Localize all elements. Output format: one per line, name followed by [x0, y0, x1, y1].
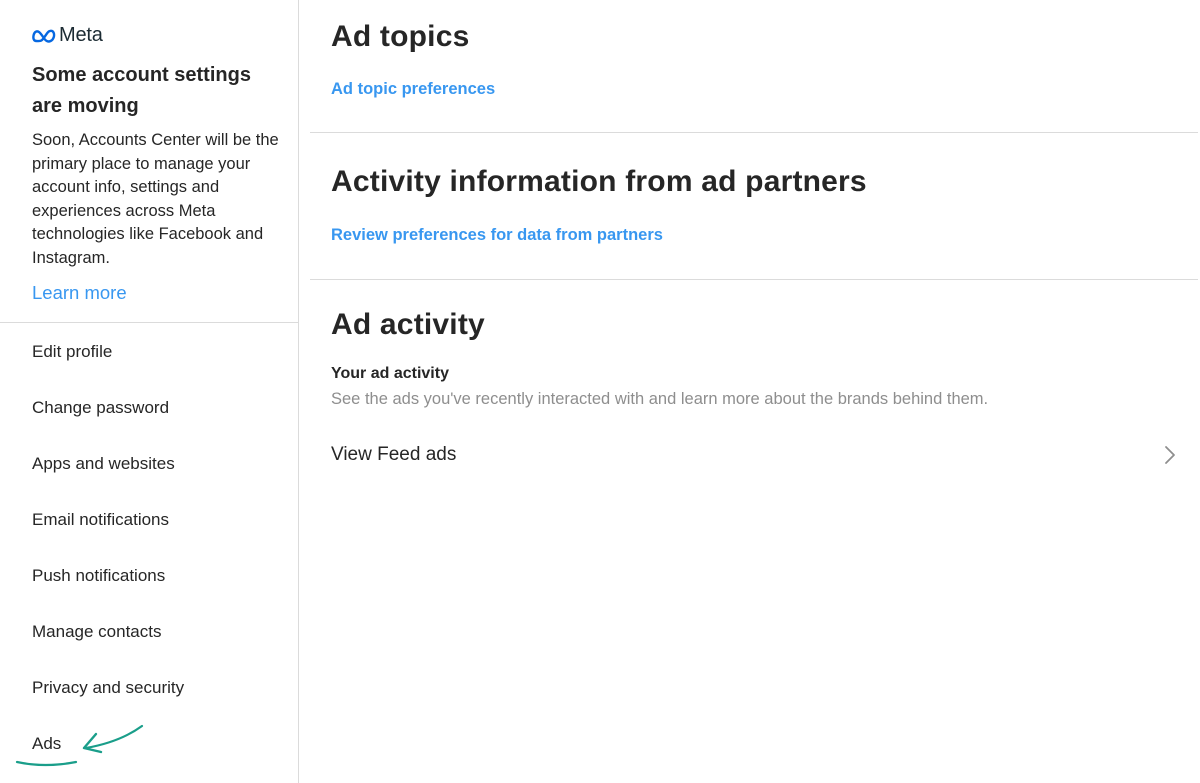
section-divider — [310, 132, 1198, 133]
review-partner-preferences-link[interactable]: Review preferences for data from partner… — [331, 226, 663, 245]
ad-activity-description: See the ads you've recently interacted w… — [331, 390, 989, 408]
meta-wordmark: Meta — [59, 24, 103, 46]
sidebar-item-manage-contacts[interactable]: Manage contacts — [32, 622, 161, 642]
sidebar-item-email-notifications[interactable]: Email notifications — [32, 510, 169, 530]
chevron-right-icon — [1165, 446, 1175, 464]
meta-logo: Meta — [32, 24, 103, 47]
main-content: Ad topics Ad topic preferences Activity … — [300, 0, 1200, 783]
sidebar-item-edit-profile[interactable]: Edit profile — [32, 342, 112, 362]
sidebar-item-apps-and-websites[interactable]: Apps and websites — [32, 454, 175, 474]
sidebar: Meta Some account settings are moving So… — [0, 0, 299, 783]
ad-activity-subtitle: Your ad activity — [331, 365, 449, 382]
notice-title: Some account settings are moving — [32, 64, 251, 117]
view-feed-ads-label: View Feed ads — [331, 444, 457, 465]
sidebar-divider — [0, 322, 298, 323]
ad-topic-preferences-link[interactable]: Ad topic preferences — [331, 80, 495, 99]
meta-infinity-icon — [32, 29, 56, 43]
section-title-ad-partners: Activity information from ad partners — [331, 165, 867, 198]
sidebar-item-push-notifications[interactable]: Push notifications — [32, 566, 165, 586]
sidebar-item-privacy-and-security[interactable]: Privacy and security — [32, 678, 184, 698]
sidebar-item-ads[interactable]: Ads — [32, 734, 61, 754]
learn-more-link[interactable]: Learn more — [32, 282, 127, 304]
section-divider — [310, 279, 1198, 280]
sidebar-item-change-password[interactable]: Change password — [32, 398, 169, 418]
section-title-ad-topics: Ad topics — [331, 20, 470, 53]
section-title-ad-activity: Ad activity — [331, 308, 485, 341]
notice-body: Soon, Accounts Center will be the primar… — [32, 131, 279, 267]
view-feed-ads-row[interactable]: View Feed ads — [331, 438, 1177, 472]
